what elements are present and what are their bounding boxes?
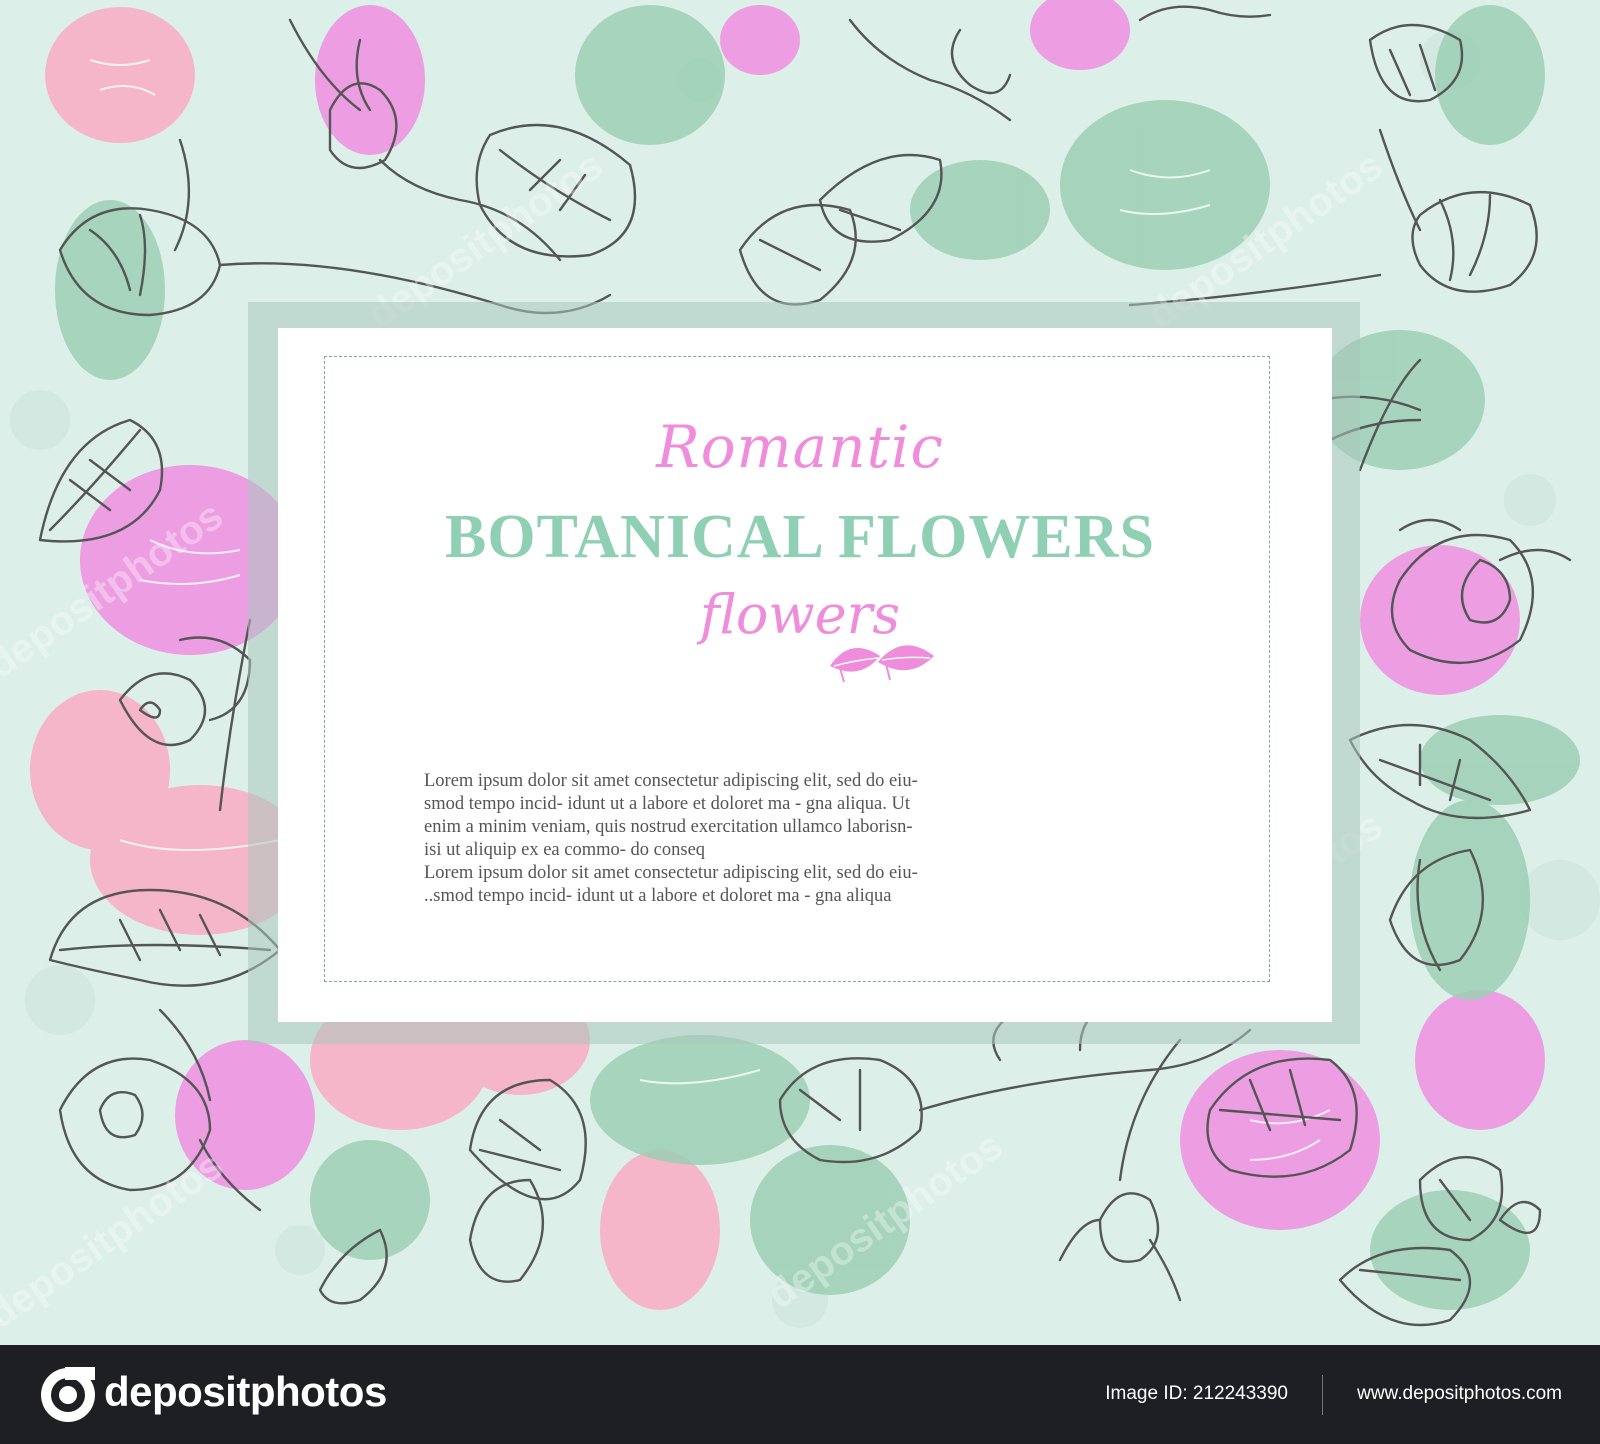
body-line: Lorem ipsum dolor sit amet consectetur a… bbox=[424, 863, 918, 883]
body-line: Lorem ipsum dolor sit amet consectetur a… bbox=[424, 771, 918, 791]
footer-divider bbox=[1322, 1375, 1323, 1415]
headline-text: BOTANICAL FLOWERS bbox=[444, 503, 1156, 571]
body-text: Lorem ipsum dolor sit amet consectetur a… bbox=[424, 770, 1174, 908]
body-line: ..smod tempo incid- idunt ut a labore et… bbox=[424, 886, 892, 906]
body-line: smod tempo incid- idunt ut a labore et d… bbox=[424, 794, 911, 814]
image-id: Image ID: 212243390 bbox=[1105, 1383, 1288, 1405]
leaf-icon bbox=[830, 645, 934, 683]
depositphotos-logo-icon bbox=[41, 1367, 95, 1422]
tagline-text: flowers bbox=[699, 583, 901, 646]
logo-text: depositphotos bbox=[104, 1368, 387, 1415]
body-line: isi ut aliquip ex ea commo- do conseq bbox=[424, 840, 706, 860]
kicker-text: Romantic bbox=[656, 413, 944, 481]
svg-text:depositphotos: depositphotos bbox=[0, 1143, 231, 1337]
body-line: enim a minim veniam, quis nostrud exerci… bbox=[424, 817, 913, 837]
site-url-link[interactable]: www.depositphotos.com bbox=[1357, 1383, 1562, 1405]
image-id-label: Image ID: bbox=[1105, 1383, 1188, 1404]
floral-artwork: depositphotos depositphotos depositphoto… bbox=[0, 0, 1600, 1345]
footer-bar: depositphotos Image ID: 212243390 www.de… bbox=[0, 1345, 1600, 1444]
image-id-value: 212243390 bbox=[1192, 1383, 1288, 1404]
